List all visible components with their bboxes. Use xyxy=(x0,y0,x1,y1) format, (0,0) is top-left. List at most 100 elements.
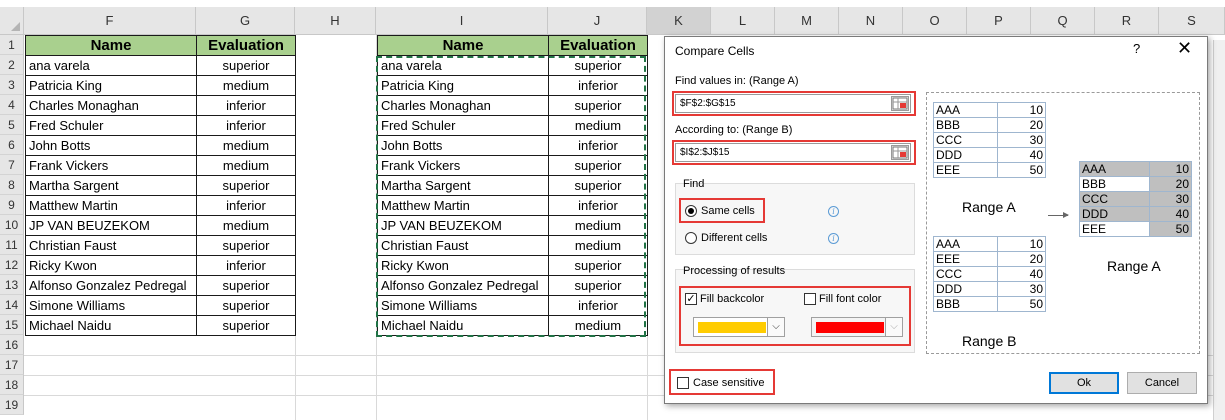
name-cell[interactable]: Fred Schuler xyxy=(377,115,549,136)
row-header[interactable]: 2 xyxy=(0,55,24,75)
evaluation-cell[interactable]: inferior xyxy=(196,255,296,276)
evaluation-cell[interactable]: inferior xyxy=(548,195,648,216)
same-cells-label[interactable]: Same cells xyxy=(701,205,755,217)
evaluation-cell[interactable]: superior xyxy=(196,295,296,316)
evaluation-cell[interactable]: medium xyxy=(196,215,296,236)
row-header[interactable]: 17 xyxy=(0,355,24,375)
column-header-cell[interactable]: Name xyxy=(25,35,197,56)
name-cell[interactable]: Alfonso Gonzalez Pedregal xyxy=(377,275,549,296)
info-icon[interactable]: i xyxy=(828,206,839,217)
close-icon[interactable]: ✕ xyxy=(1177,38,1192,59)
row-header[interactable]: 5 xyxy=(0,115,24,135)
evaluation-cell[interactable]: inferior xyxy=(548,135,648,156)
evaluation-cell[interactable]: superior xyxy=(196,315,296,336)
name-cell[interactable]: Alfonso Gonzalez Pedregal xyxy=(25,275,197,296)
evaluation-cell[interactable]: superior xyxy=(548,55,648,76)
col-header-f[interactable]: F xyxy=(24,7,196,35)
name-cell[interactable]: Ricky Kwon xyxy=(377,255,549,276)
evaluation-cell[interactable]: inferior xyxy=(196,115,296,136)
name-cell[interactable]: Frank Vickers xyxy=(25,155,197,176)
col-header-q[interactable]: Q xyxy=(1031,7,1095,35)
row-header[interactable]: 11 xyxy=(0,235,24,255)
col-header-m[interactable]: M xyxy=(775,7,839,35)
range-a-input[interactable]: $F$2:$G$15 xyxy=(675,94,911,113)
row-header[interactable]: 7 xyxy=(0,155,24,175)
name-cell[interactable]: Patricia King xyxy=(377,75,549,96)
name-cell[interactable]: Frank Vickers xyxy=(377,155,549,176)
evaluation-cell[interactable]: inferior xyxy=(548,295,648,316)
evaluation-cell[interactable]: inferior xyxy=(196,195,296,216)
vertical-scrollbar[interactable] xyxy=(1213,40,1225,420)
name-cell[interactable]: Patricia King xyxy=(25,75,197,96)
name-cell[interactable]: JP VAN BEUZEKOM xyxy=(25,215,197,236)
different-cells-radio[interactable] xyxy=(685,232,697,244)
col-header-h[interactable]: H xyxy=(295,7,376,35)
name-cell[interactable]: Christian Faust xyxy=(377,235,549,256)
col-header-o[interactable]: O xyxy=(903,7,967,35)
row-header[interactable]: 12 xyxy=(0,255,24,275)
col-header-g[interactable]: G xyxy=(196,7,295,35)
column-header-cell[interactable]: Name xyxy=(377,35,549,56)
row-header[interactable]: 3 xyxy=(0,75,24,95)
column-header-cell[interactable]: Evaluation xyxy=(548,35,648,56)
evaluation-cell[interactable]: medium xyxy=(196,155,296,176)
name-cell[interactable]: Charles Monaghan xyxy=(25,95,197,116)
col-header-k[interactable]: K xyxy=(647,7,711,35)
col-header-j[interactable]: J xyxy=(548,7,647,35)
evaluation-cell[interactable]: medium xyxy=(548,115,648,136)
name-cell[interactable]: Michael Naidu xyxy=(25,315,197,336)
row-header[interactable]: 6 xyxy=(0,135,24,155)
name-cell[interactable]: ana varela xyxy=(25,55,197,76)
col-header-i[interactable]: I xyxy=(376,7,548,35)
evaluation-cell[interactable]: superior xyxy=(548,155,648,176)
chevron-down-icon[interactable]: ⌵ xyxy=(885,318,902,336)
evaluation-cell[interactable]: superior xyxy=(548,175,648,196)
different-cells-label[interactable]: Different cells xyxy=(701,232,767,244)
name-cell[interactable]: Fred Schuler xyxy=(25,115,197,136)
name-cell[interactable]: Matthew Martin xyxy=(377,195,549,216)
evaluation-cell[interactable]: medium xyxy=(548,215,648,236)
name-cell[interactable]: Charles Monaghan xyxy=(377,95,549,116)
range-select-icon[interactable] xyxy=(891,145,909,160)
row-header[interactable]: 8 xyxy=(0,175,24,195)
row-header[interactable]: 1 xyxy=(0,35,24,55)
name-cell[interactable]: Simone Williams xyxy=(377,295,549,316)
info-icon[interactable]: i xyxy=(828,233,839,244)
fontcolor-picker[interactable]: ⌵ xyxy=(811,317,903,337)
fill-backcolor-label[interactable]: Fill backcolor xyxy=(700,293,764,305)
col-header-l[interactable]: L xyxy=(711,7,775,35)
chevron-down-icon[interactable]: ⌵ xyxy=(767,318,784,336)
cancel-button[interactable]: Cancel xyxy=(1127,372,1197,394)
range-select-icon[interactable] xyxy=(891,96,909,111)
row-header[interactable]: 16 xyxy=(0,335,24,355)
evaluation-cell[interactable]: superior xyxy=(548,275,648,296)
evaluation-cell[interactable]: superior xyxy=(196,235,296,256)
name-cell[interactable]: Christian Faust xyxy=(25,235,197,256)
name-cell[interactable]: Simone Williams xyxy=(25,295,197,316)
evaluation-cell[interactable]: superior xyxy=(196,275,296,296)
col-header-p[interactable]: P xyxy=(967,7,1031,35)
name-cell[interactable]: JP VAN BEUZEKOM xyxy=(377,215,549,236)
evaluation-cell[interactable]: superior xyxy=(548,255,648,276)
same-cells-radio[interactable] xyxy=(685,205,697,217)
evaluation-cell[interactable]: superior xyxy=(196,55,296,76)
name-cell[interactable]: Michael Naidu xyxy=(377,315,549,336)
backcolor-picker[interactable]: ⌵ xyxy=(693,317,785,337)
name-cell[interactable]: Martha Sargent xyxy=(377,175,549,196)
name-cell[interactable]: John Botts xyxy=(377,135,549,156)
name-cell[interactable]: Ricky Kwon xyxy=(25,255,197,276)
name-cell[interactable]: Matthew Martin xyxy=(25,195,197,216)
name-cell[interactable]: Martha Sargent xyxy=(25,175,197,196)
range-b-input[interactable]: $I$2:$J$15 xyxy=(675,143,911,162)
help-button[interactable]: ? xyxy=(1133,41,1140,56)
evaluation-cell[interactable]: medium xyxy=(548,315,648,336)
name-cell[interactable]: ana varela xyxy=(377,55,549,76)
fill-font-color-label[interactable]: Fill font color xyxy=(819,293,881,305)
col-header-s[interactable]: S xyxy=(1159,7,1225,35)
row-header[interactable]: 4 xyxy=(0,95,24,115)
evaluation-cell[interactable]: medium xyxy=(548,235,648,256)
fill-font-color-checkbox[interactable] xyxy=(804,293,816,305)
select-all-corner[interactable] xyxy=(0,7,24,35)
evaluation-cell[interactable]: medium xyxy=(196,135,296,156)
column-header-cell[interactable]: Evaluation xyxy=(196,35,296,56)
